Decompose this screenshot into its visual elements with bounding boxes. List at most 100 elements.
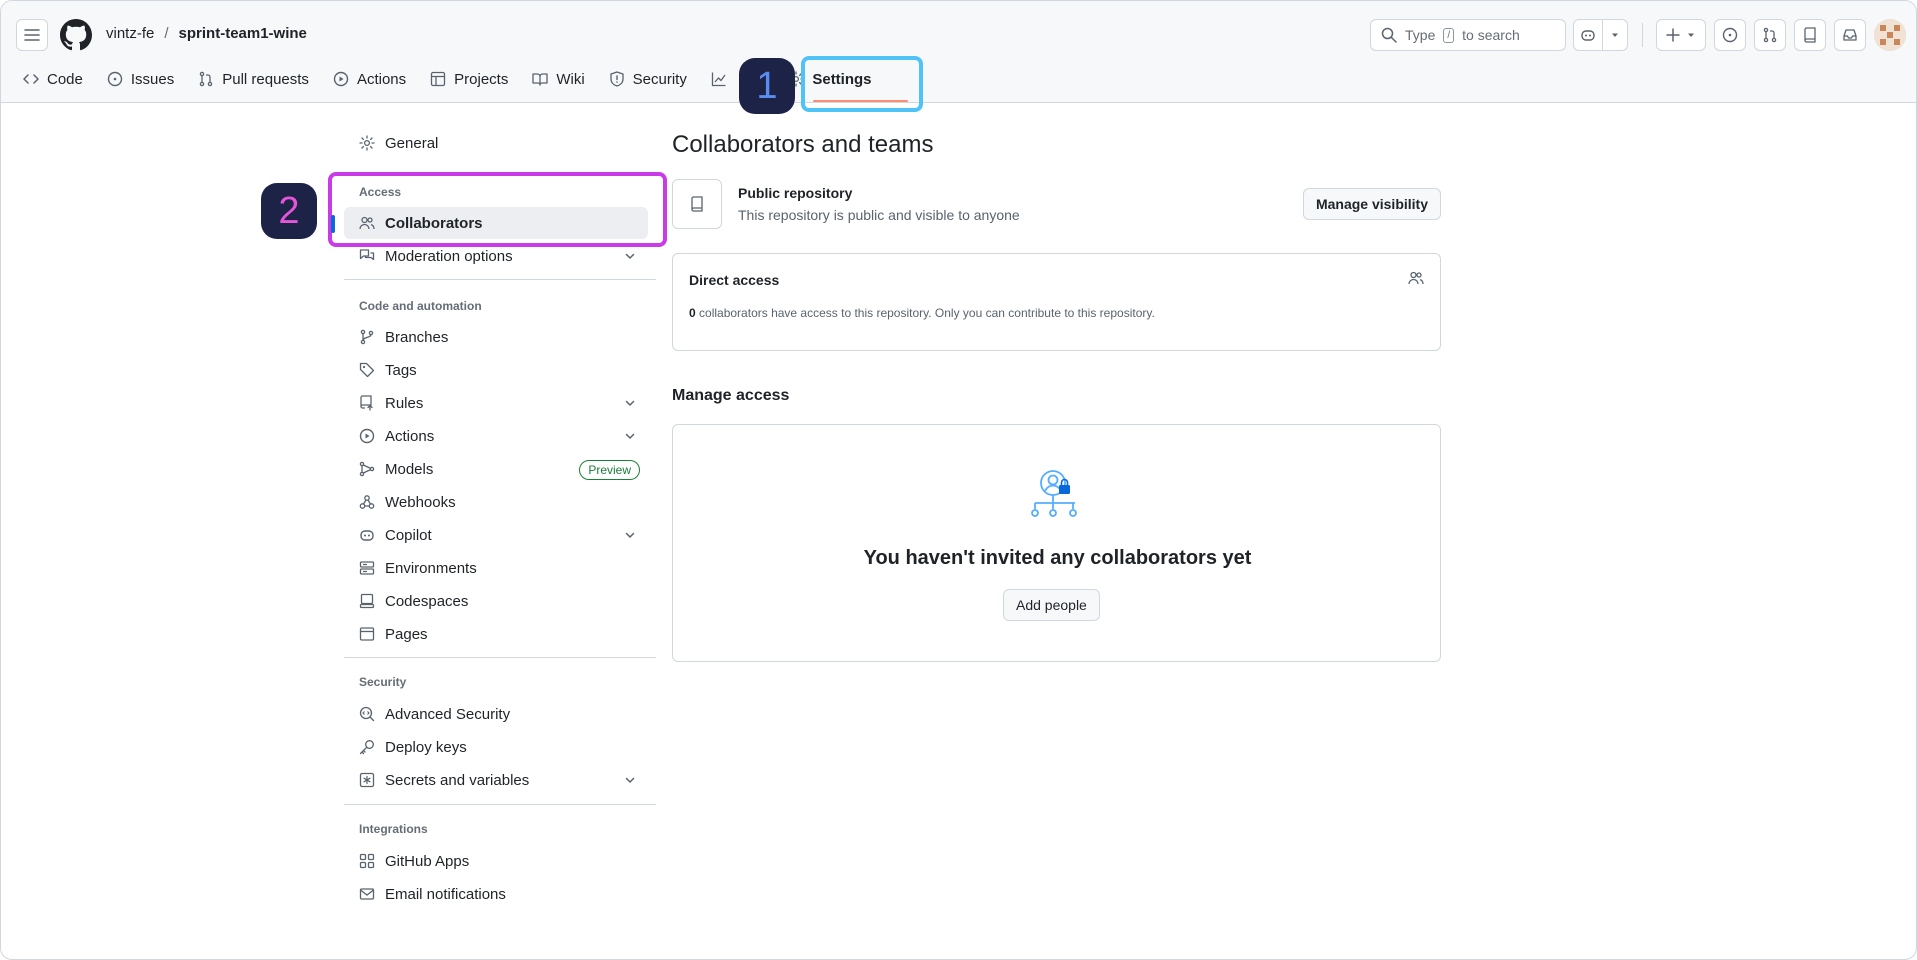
chevron-down-icon (625, 532, 635, 538)
sidebar-item-collaborators[interactable]: Collaborators (331, 207, 648, 239)
issue-icon (107, 71, 123, 87)
sidebar-group-code-automation: Code and automation (359, 299, 482, 313)
repo-icon (1804, 27, 1816, 43)
repo-icon (691, 196, 703, 212)
sidebar-item-label: Models (385, 460, 434, 478)
manage-visibility-button[interactable]: Manage visibility (1302, 188, 1441, 220)
tab-label: Code (47, 70, 83, 88)
repo-visibility-icon (672, 179, 722, 229)
sidebar-item-label: Tags (385, 361, 417, 379)
active-tab-underline (813, 100, 908, 102)
repositories-button[interactable] (1794, 19, 1826, 51)
copilot-dropdown-button[interactable] (1602, 19, 1628, 51)
sidebar-item-label: Branches (385, 328, 449, 346)
sidebar-item-copilot[interactable]: Copilot (344, 519, 648, 551)
sidebar-item-tags[interactable]: Tags (344, 354, 648, 386)
issue-icon (1722, 27, 1738, 43)
code-icon (23, 74, 39, 84)
tab-projects[interactable]: Projects (430, 71, 508, 88)
tab-code[interactable]: Code (23, 71, 83, 88)
sidebar-item-email-notifications[interactable]: Email notifications (344, 878, 648, 910)
copilot-icon (1581, 30, 1595, 41)
manage-access-title: Manage access (672, 387, 790, 404)
play-icon (359, 428, 375, 444)
triangle-down-icon (1688, 33, 1694, 37)
identicon-icon (1874, 19, 1906, 51)
chevron-down-icon (625, 777, 635, 783)
add-people-button[interactable]: Add people (1003, 589, 1100, 621)
selected-indicator (331, 215, 335, 233)
inbox-icon (1843, 29, 1857, 41)
user-avatar[interactable] (1874, 19, 1906, 51)
issues-button[interactable] (1714, 19, 1746, 51)
pull-request-icon (1763, 27, 1777, 43)
sidebar-item-secrets[interactable]: Secrets and variables (344, 764, 648, 796)
git-branch-icon (360, 329, 374, 345)
inbox-button[interactable] (1834, 19, 1866, 51)
breadcrumb-separator: / (164, 25, 169, 42)
plus-icon (1666, 28, 1680, 42)
search-prefix: Type (1405, 27, 1436, 43)
public-repo-title: Public repository (738, 185, 853, 201)
comment-discussion-icon (359, 249, 375, 261)
repo-header: vintz-fe / sprint-team1-wine Type / to s… (1, 1, 1916, 103)
pull-request-icon (199, 71, 213, 87)
webhook-icon (359, 495, 375, 509)
sidebar-item-models[interactable]: Models Preview (344, 453, 648, 485)
collaborator-count: 0 (689, 306, 696, 320)
people-icon (1408, 271, 1424, 285)
direct-access-text: collaborators have access to this reposi… (699, 306, 1155, 320)
sidebar-divider (344, 657, 656, 658)
tab-label: Projects (454, 70, 509, 88)
tab-pull-requests[interactable]: Pull requests (198, 71, 309, 88)
sidebar-item-codespaces[interactable]: Codespaces (344, 585, 648, 617)
sidebar-item-label: Collaborators (385, 214, 483, 232)
tab-actions[interactable]: Actions (333, 71, 406, 88)
chevron-down-icon (625, 253, 635, 259)
sidebar-item-label: Deploy keys (385, 738, 467, 756)
sidebar-item-label: Codespaces (385, 592, 469, 610)
annotation-badge-2: 2 (261, 183, 317, 239)
search-input[interactable]: Type / to search (1370, 19, 1566, 51)
tab-wiki[interactable]: Wiki (532, 70, 585, 88)
pull-requests-button[interactable] (1754, 19, 1786, 51)
tab-label: Wiki (556, 70, 585, 88)
sidebar-divider (344, 279, 656, 280)
preview-badge: Preview (579, 460, 640, 480)
search-icon (1381, 27, 1397, 43)
sidebar-item-github-apps[interactable]: GitHub Apps (344, 845, 648, 877)
codescan-icon (359, 706, 375, 722)
copilot-button[interactable] (1573, 19, 1603, 51)
github-logo-icon[interactable] (60, 19, 92, 51)
graph-icon (711, 72, 726, 87)
repo-link[interactable]: sprint-team1-wine (179, 25, 307, 42)
sidebar-item-general[interactable]: General (344, 127, 648, 159)
sidebar-item-deploy-keys[interactable]: Deploy keys (344, 731, 648, 763)
sidebar-item-environments[interactable]: Environments (344, 552, 648, 584)
sidebar-group-integrations: Integrations (359, 822, 428, 836)
codespaces-icon (359, 593, 375, 609)
table-icon (430, 71, 446, 87)
sidebar-item-label: Rules (385, 394, 424, 412)
tab-issues[interactable]: Issues (107, 71, 174, 88)
chevron-down-icon (625, 433, 635, 439)
sidebar-item-advanced-security[interactable]: Advanced Security (344, 698, 648, 730)
public-repo-description: This repository is public and visible to… (738, 207, 1020, 223)
sidebar-item-moderation[interactable]: Moderation options (344, 240, 648, 272)
sidebar-item-webhooks[interactable]: Webhooks (344, 486, 648, 518)
sidebar-item-branches[interactable]: Branches (344, 321, 648, 353)
menu-button[interactable] (16, 19, 48, 51)
sidebar-item-pages[interactable]: Pages (344, 618, 648, 650)
sidebar-item-rules[interactable]: Rules (344, 387, 648, 419)
sidebar-item-actions[interactable]: Actions (344, 420, 648, 452)
chevron-down-icon (625, 400, 635, 406)
direct-access-box: Direct access 0 collaborators have acces… (672, 253, 1441, 351)
tab-security[interactable]: Security (609, 71, 687, 88)
empty-state-title: You haven't invited any collaborators ye… (863, 547, 1252, 569)
apps-icon (359, 853, 375, 869)
owner-link[interactable]: vintz-fe (106, 25, 154, 42)
server-icon (359, 561, 375, 575)
tag-icon (359, 362, 375, 378)
create-new-button[interactable] (1656, 19, 1706, 51)
tab-settings[interactable]: Settings (788, 71, 872, 88)
